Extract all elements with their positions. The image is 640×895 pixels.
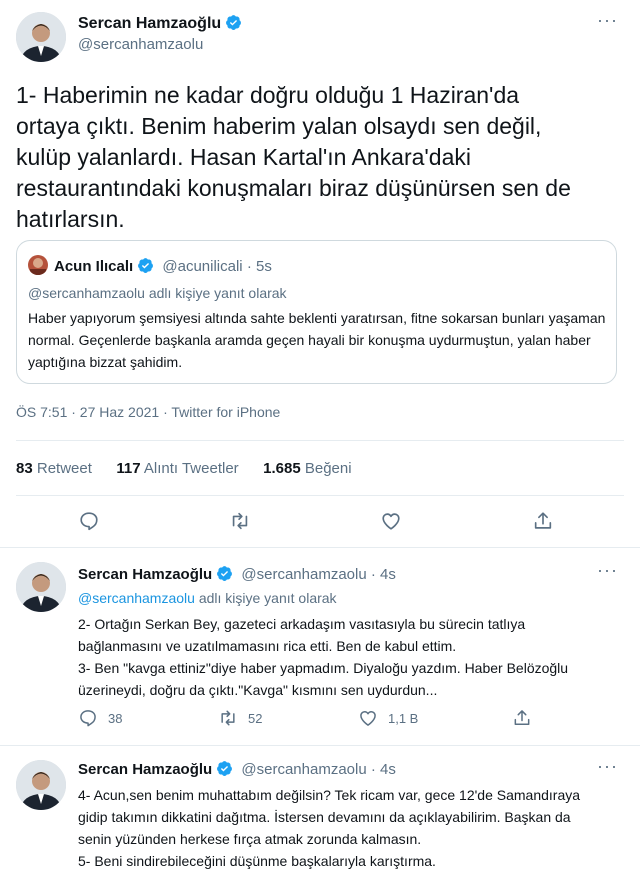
quoted-author-name: Acun Ilıcalı <box>54 258 134 275</box>
share-action[interactable] <box>512 708 532 728</box>
quoted-reply-to: @sercanhamzaolu adlı kişiye yanıt olarak <box>28 285 287 301</box>
reply-to-link[interactable]: @sercanhamzaolu <box>78 590 195 606</box>
reply-action[interactable]: 38 <box>78 708 122 728</box>
reply-text: 4- Acun,sen benim muhattabım değilsin? T… <box>78 787 581 869</box>
more-options-icon[interactable]: ··· <box>597 756 618 777</box>
verified-badge-icon <box>138 258 154 273</box>
tweet-stats: 83 Retweet 117 Alıntı Tweetler 1.685 Beğ… <box>16 460 372 478</box>
share-icon <box>514 710 530 725</box>
reply-handle[interactable]: @sercanhamzaolu · 4s <box>241 761 395 778</box>
like-count[interactable]: 1.685 Beğeni <box>263 460 351 477</box>
verified-badge-icon <box>226 15 242 30</box>
more-options-icon[interactable]: ··· <box>597 560 618 581</box>
retweet-icon <box>221 710 235 726</box>
retweet-count: 52 <box>248 710 263 726</box>
reply-text: 2- Ortağın Serkan Bey, gazeteci arkadaşı… <box>78 616 569 698</box>
more-options-icon[interactable]: ··· <box>597 10 618 31</box>
like-icon <box>360 711 376 726</box>
quoted-avatar <box>28 255 48 275</box>
verified-badge-icon <box>217 761 233 776</box>
quote-count[interactable]: 117 Alıntı Tweetler <box>116 460 238 477</box>
like-count: 1,1 B <box>388 710 419 726</box>
author-name[interactable]: Sercan Hamzaoğlu <box>78 14 242 33</box>
retweet-action[interactable]: 52 <box>218 708 262 728</box>
tweet-text: 1- Haberimin ne kadar doğru olduğu 1 Haz… <box>16 82 571 232</box>
divider <box>16 495 624 496</box>
avatar[interactable] <box>16 12 66 62</box>
reply-count: 38 <box>108 710 123 726</box>
author-handle[interactable]: @sercanhamzaolu <box>78 36 203 53</box>
reply-author-name[interactable]: Sercan Hamzaoğlu <box>78 761 212 778</box>
like-action[interactable]: 1,1 B <box>358 708 418 728</box>
reply-handle[interactable]: @sercanhamzaolu · 4s <box>241 566 395 583</box>
avatar[interactable] <box>16 760 66 810</box>
divider <box>16 440 624 441</box>
quoted-handle: @acunilicali <box>162 258 243 275</box>
quoted-tweet-card[interactable]: Acun Ilıcalı @acunilicali · 5s @sercanha… <box>16 240 617 384</box>
divider <box>0 745 640 746</box>
retweet-icon[interactable] <box>228 510 252 537</box>
reply-icon <box>80 710 96 727</box>
verified-badge-icon <box>217 566 233 581</box>
tweet-timestamp[interactable]: ÖS 7:51 · 27 Haz 2021 · Twitter for iPho… <box>16 404 280 420</box>
quoted-time: · 5s <box>246 258 272 275</box>
retweet-count[interactable]: 83 Retweet <box>16 460 92 477</box>
reply-author-name[interactable]: Sercan Hamzaoğlu <box>78 566 212 583</box>
reply-icon[interactable] <box>78 510 100 537</box>
divider <box>0 547 640 548</box>
share-icon[interactable] <box>532 510 554 537</box>
like-icon[interactable] <box>380 510 402 537</box>
quoted-text: Haber yapıyorum şemsiyesi altında sahte … <box>28 310 606 370</box>
reply-to-line: @sercanhamzaolu adlı kişiye yanıt olarak <box>78 590 337 606</box>
avatar[interactable] <box>16 562 66 612</box>
